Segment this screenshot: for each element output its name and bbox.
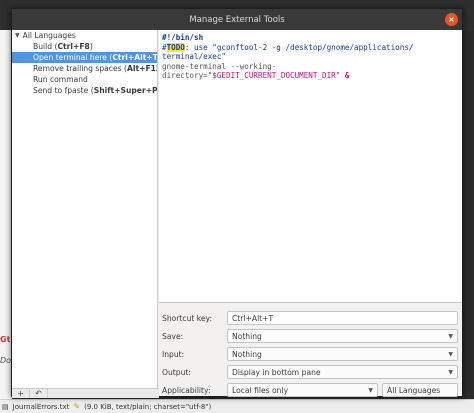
- tool-details: #!/bin/sh #TODO: use "gconftool-2 -g /de…: [159, 30, 462, 397]
- editor-string: "$GEDIT_CURRENT_DOCUMENT_DIR": [207, 71, 341, 80]
- tool-item-open-terminal-here[interactable]: Open terminal here (Ctrl+Alt+T): [12, 52, 157, 63]
- chevron-down-icon: ▼: [448, 351, 453, 358]
- tool-options-form: Shortcut key: Ctrl+Alt+T Save: Nothing ▼ …: [159, 304, 462, 397]
- expander-down-icon[interactable]: ▼: [15, 32, 20, 39]
- tool-item-remove-trailing-spaces[interactable]: Remove trailing spaces (Alt+F12): [12, 63, 157, 74]
- tools-list: ▼ All Languages Build (Ctrl+F8) Open ter…: [12, 30, 158, 388]
- dialog-titlebar: Manage External Tools ×: [12, 9, 462, 30]
- editor-line-shebang: #!/bin/sh: [162, 33, 204, 42]
- chevron-down-icon: ▼: [448, 369, 453, 376]
- undo-icon: ↶: [35, 389, 42, 398]
- file-icon: ▤: [2, 402, 9, 411]
- dialog-title: Manage External Tools: [189, 14, 285, 25]
- shortcut-label: Shortcut key:: [162, 313, 213, 323]
- tree-root-label: All Languages: [22, 31, 76, 40]
- status-fileinfo: (9.0 KiB, text/plain; charset="utf-8"): [84, 402, 212, 411]
- plus-icon: +: [17, 389, 24, 398]
- background-statusbar: ▤ JournalErrors.txt ✎ (9.0 KiB, text/pla…: [0, 399, 474, 413]
- tree-root-all-languages[interactable]: ▼ All Languages: [12, 30, 157, 41]
- status-filename[interactable]: JournalErrors.txt: [13, 403, 70, 411]
- languages-combo[interactable]: All Languages: [382, 383, 458, 397]
- input-combo[interactable]: Nothing ▼: [227, 347, 458, 361]
- script-editor[interactable]: #!/bin/sh #TODO: use "gconftool-2 -g /de…: [159, 30, 462, 303]
- applicability-combo[interactable]: Local files only ▼: [227, 383, 378, 397]
- shortcut-key-field[interactable]: Ctrl+Alt+T: [227, 311, 458, 325]
- manage-external-tools-dialog: Manage External Tools × ▼ All Languages …: [11, 8, 463, 398]
- editor-line-command: gnome-terminal --working-: [162, 61, 277, 71]
- add-tool-button[interactable]: +: [12, 389, 30, 398]
- output-label: Output:: [162, 367, 191, 377]
- readonly-icon: ✎: [73, 402, 81, 411]
- input-label: Input:: [162, 349, 185, 359]
- chevron-down-icon: ▼: [448, 333, 453, 340]
- revert-tool-button[interactable]: ↶: [30, 389, 48, 398]
- tools-toolbar: + ↶: [12, 388, 159, 398]
- tool-item-run-command[interactable]: Run command: [12, 74, 157, 85]
- close-icon[interactable]: ×: [445, 13, 458, 26]
- todo-highlight: TODO: [166, 42, 185, 52]
- save-combo[interactable]: Nothing ▼: [227, 329, 458, 343]
- tool-item-send-to-fpaste[interactable]: Send to fpaste (Shift+Super+P): [12, 85, 157, 96]
- save-label: Save:: [162, 331, 184, 341]
- editor-line-comment-cont: terminal/exec": [162, 52, 227, 61]
- applicability-label: Applicability:: [162, 385, 211, 395]
- chevron-down-icon: ▼: [368, 387, 373, 394]
- output-combo[interactable]: Display in bottom pane ▼: [227, 365, 458, 379]
- tool-item-build[interactable]: Build (Ctrl+F8): [12, 41, 157, 52]
